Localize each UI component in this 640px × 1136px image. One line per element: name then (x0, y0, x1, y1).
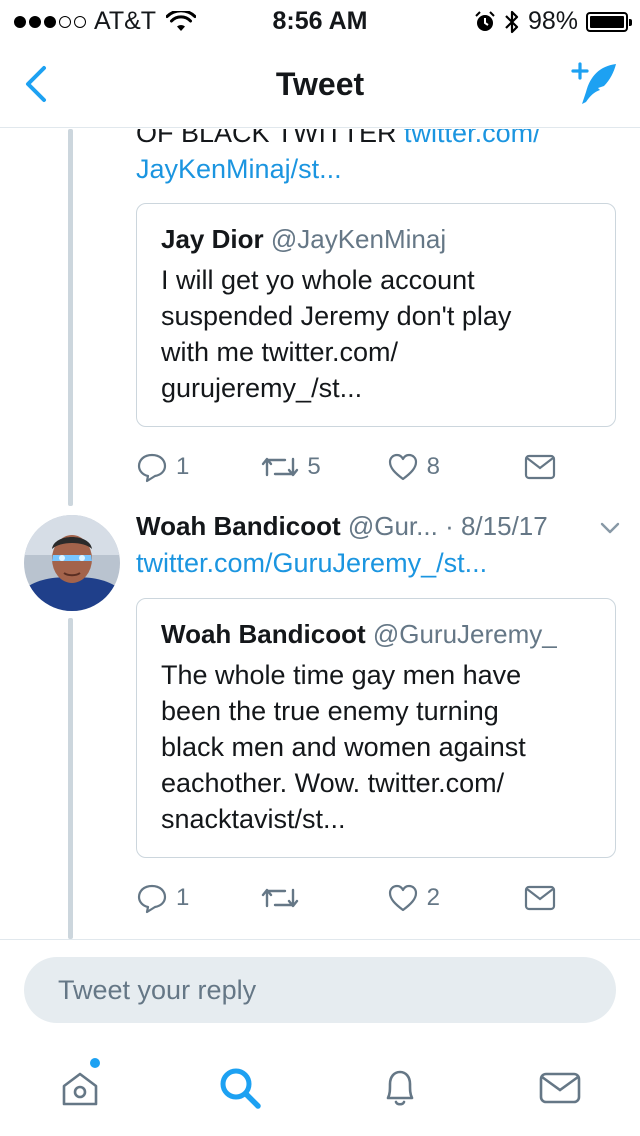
tab-bar (0, 1040, 640, 1136)
quote-line: The whole time gay men have (161, 660, 522, 690)
quote-body: I will get yo whole account suspended Je… (161, 262, 591, 406)
quote-line: gurujeremy_/st... (161, 373, 363, 403)
retweet-count: 5 (307, 453, 321, 480)
direct-message-button[interactable] (524, 453, 556, 481)
status-bar: AT&T 8:56 AM 98% (0, 0, 640, 40)
tweet-actions: 1 5 8 (136, 449, 556, 485)
quote-line: I will get yo whole account (161, 265, 475, 295)
retweet-icon (262, 888, 299, 908)
tweet-link-cont[interactable]: JayKenMinaj/st... (136, 154, 342, 184)
reply-input[interactable] (24, 957, 616, 1023)
battery-icon (586, 11, 632, 32)
quoted-tweet[interactable]: Woah Bandicoot @GuruJeremy_ The whole ti… (136, 598, 616, 858)
like-button[interactable]: 2 (387, 882, 512, 914)
reply-button[interactable]: 1 (136, 882, 261, 914)
navigation-bar: Tweet (0, 40, 640, 128)
like-count: 2 (426, 884, 441, 911)
tweet-header: Woah Bandicoot @Gur... · 8/15/17 (136, 509, 626, 543)
heart-icon (388, 884, 417, 912)
reply-bar (0, 939, 640, 1039)
retweet-button[interactable]: 5 (261, 451, 386, 483)
tweet-text-line: OF BLACK TWITTER (136, 129, 397, 148)
search-icon[interactable] (216, 1064, 264, 1112)
retweet-icon (262, 457, 299, 477)
envelope-icon (524, 454, 556, 480)
compose-tweet-icon[interactable] (570, 58, 620, 108)
tweet-link[interactable]: twitter.com/ (404, 129, 541, 148)
thread-connector (68, 129, 73, 506)
tweet-thread: OF BLACK TWITTER twitter.com/ JayKenMina… (0, 129, 640, 939)
like-button[interactable]: 8 (387, 451, 512, 483)
tweet-actions: 1 2 (136, 880, 556, 916)
tweet-body: twitter.com/GuruJeremy_/st... (136, 545, 487, 581)
author-name[interactable]: Woah Bandicoot (136, 511, 341, 541)
quote-line: black men and women against (161, 732, 526, 762)
quote-author-handle: @GuruJeremy_ (372, 619, 557, 649)
tweet-body: OF BLACK TWITTER twitter.com/ JayKenMina… (136, 129, 616, 187)
direct-message-button[interactable] (524, 884, 556, 912)
alarm-icon (475, 10, 495, 31)
quoted-tweet[interactable]: Jay Dior @JayKenMinaj I will get yo whol… (136, 203, 616, 427)
like-count: 8 (426, 453, 441, 480)
thread-connector (68, 618, 73, 939)
quote-author-handle: @JayKenMinaj (270, 224, 447, 254)
tweet-date: · 8/15/17 (445, 511, 548, 541)
home-icon[interactable] (56, 1064, 104, 1112)
reply-button[interactable]: 1 (136, 451, 261, 483)
reply-count: 1 (176, 453, 190, 480)
quote-line: eachother. Wow. twitter.com/ (161, 768, 505, 798)
reply-icon (137, 884, 167, 914)
new-content-dot (90, 1058, 100, 1068)
heart-icon (388, 453, 417, 481)
page-title: Tweet (275, 66, 365, 102)
quote-line: with me twitter.com/ (161, 337, 399, 367)
messages-icon[interactable] (536, 1064, 584, 1112)
notifications-icon[interactable] (376, 1064, 424, 1112)
avatar[interactable] (24, 515, 120, 611)
battery-percent: 98% (527, 7, 578, 35)
quote-author-name: Woah Bandicoot (161, 619, 366, 649)
quote-line: snacktavist/st... (161, 804, 346, 834)
chevron-down-icon[interactable] (598, 516, 622, 540)
quote-line: suspended Jeremy don't play (161, 301, 512, 331)
bluetooth-icon (505, 10, 519, 33)
tweet-link[interactable]: twitter.com/GuruJeremy_/st... (136, 548, 487, 578)
reply-count: 1 (176, 884, 190, 911)
author-handle[interactable]: @Gur... (348, 511, 438, 541)
reply-icon (137, 453, 167, 483)
quote-line: been the true enemy turning (161, 696, 499, 726)
quote-body: The whole time gay men have been the tru… (161, 657, 591, 837)
envelope-icon (524, 885, 556, 911)
quote-author-name: Jay Dior (161, 224, 264, 254)
retweet-button[interactable] (261, 882, 386, 914)
